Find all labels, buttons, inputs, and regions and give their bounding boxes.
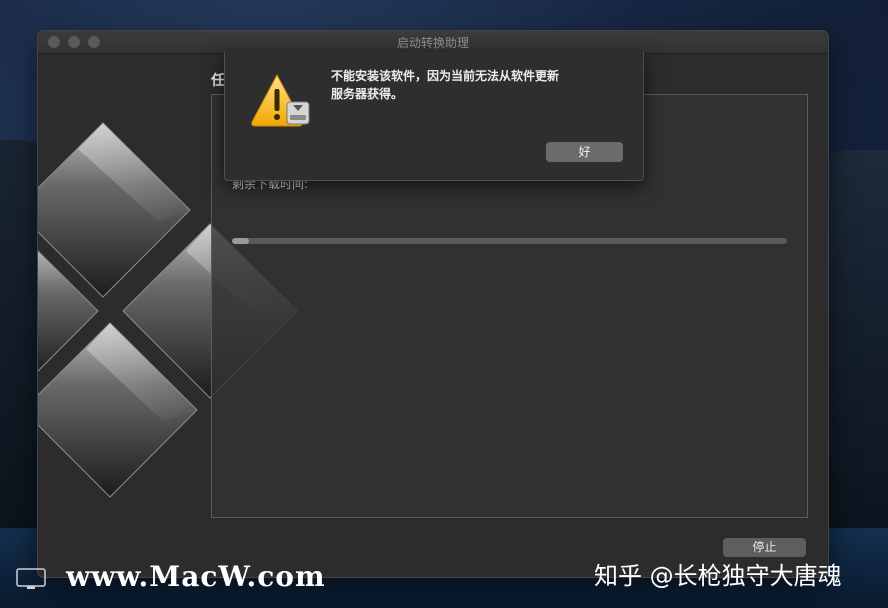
watermark-zhihu: 知乎 @长枪独守大唐魂 (594, 562, 842, 590)
warning-triangle-icon (251, 73, 310, 127)
progress-fill (232, 238, 249, 244)
watermark-monitor-icon (16, 568, 46, 589)
alert-message-line-2: 服务器获得。 (331, 87, 404, 101)
alert-message-line-1: 不能安装该软件，因为当前无法从软件更新 (331, 69, 560, 83)
disk-drive-icon (286, 101, 310, 125)
download-progress-bar (232, 238, 787, 244)
stop-button[interactable]: 停止 (723, 538, 806, 557)
alert-message: 不能安装该软件，因为当前无法从软件更新 服务器获得。 (331, 67, 621, 103)
page-heading: 任 (211, 73, 225, 89)
alert-sheet: 不能安装该软件，因为当前无法从软件更新 服务器获得。 好 (224, 52, 644, 181)
ok-button[interactable]: 好 (546, 142, 623, 162)
watermark-macw: www.MacW.com (66, 560, 326, 593)
